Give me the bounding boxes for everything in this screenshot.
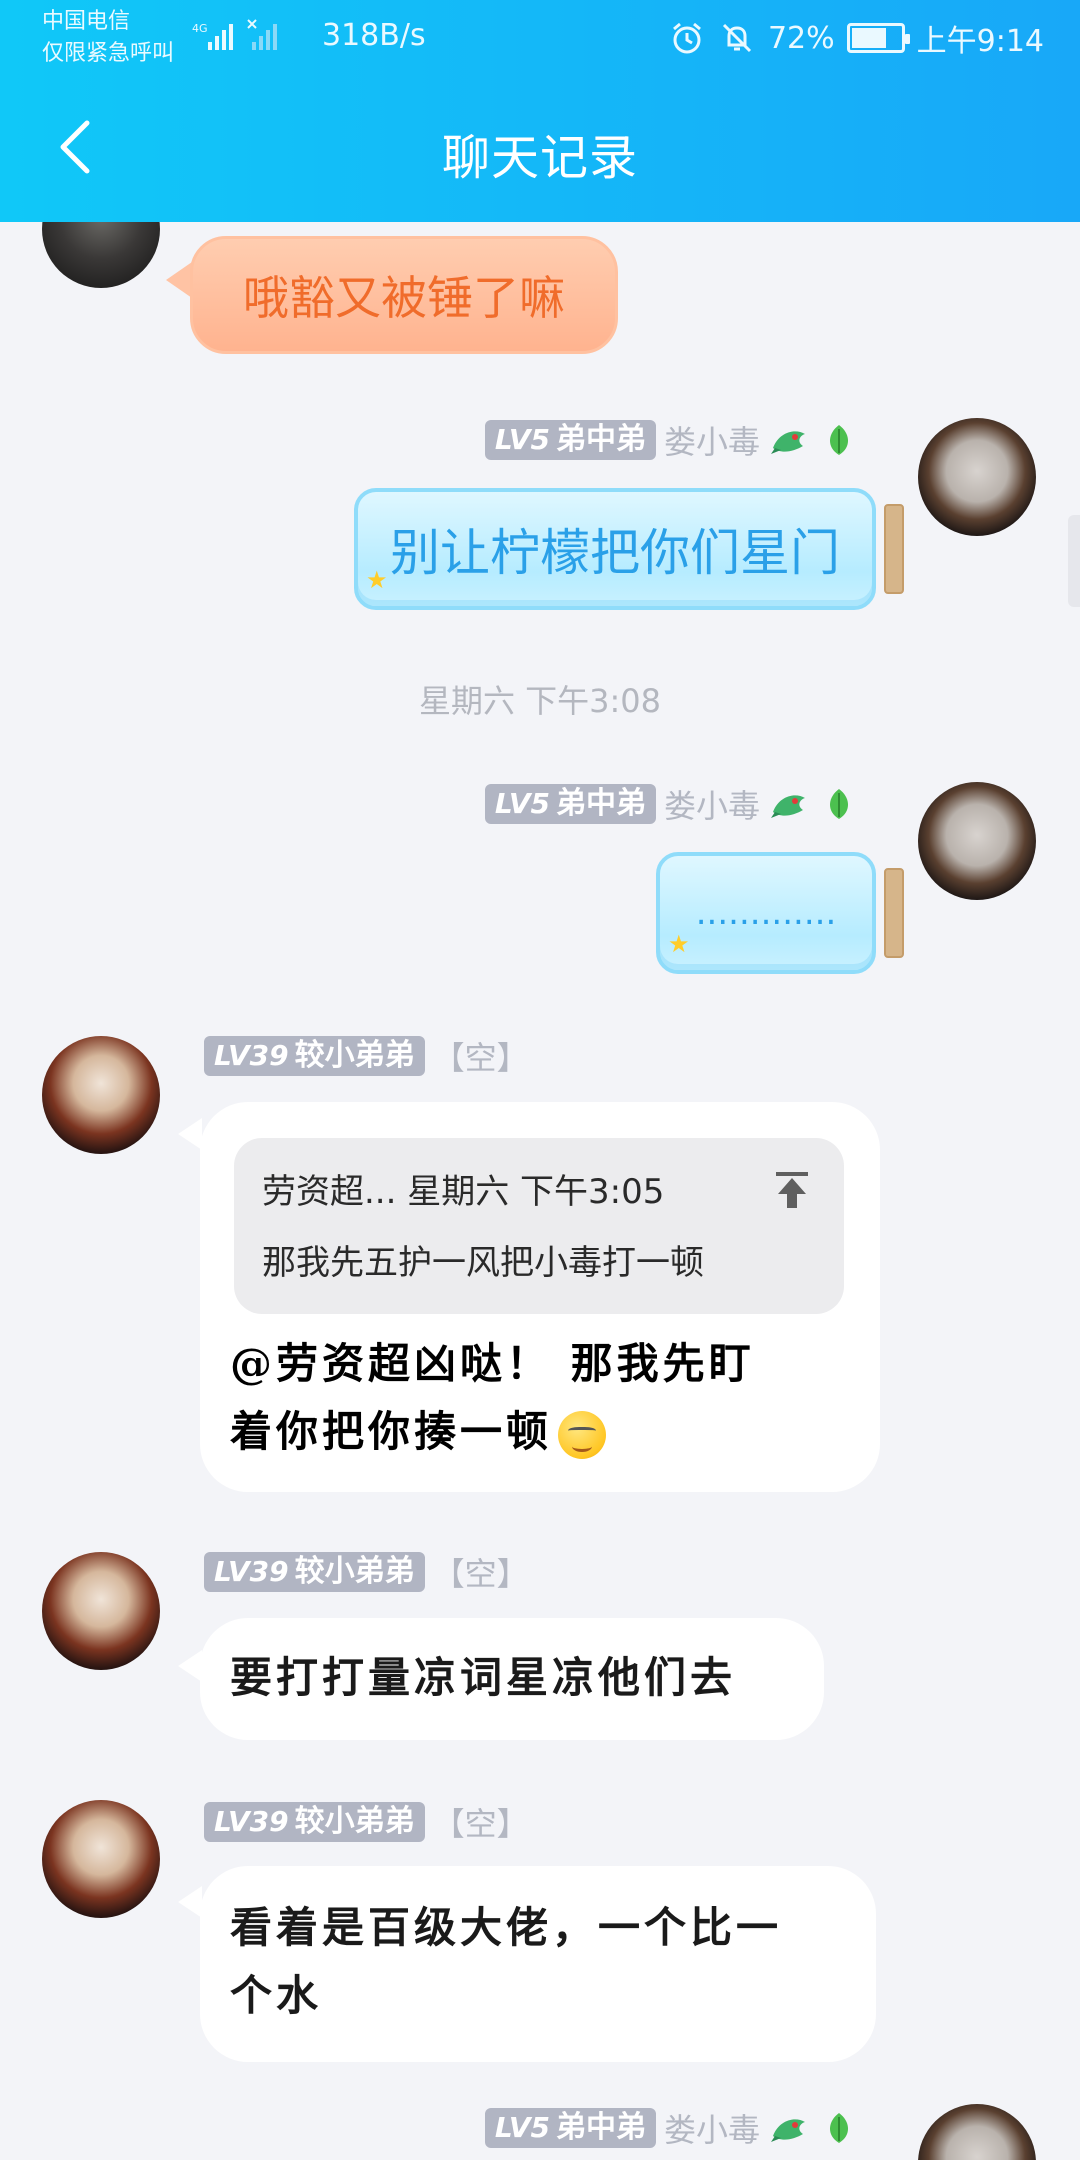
quote-body: 那我先五护一风把小毒打一顿 (262, 1243, 704, 1283)
leaf-badge-icon (818, 422, 860, 458)
battery-percent: 72% (767, 20, 835, 56)
alarm-icon (668, 19, 706, 57)
level-badge: LV39 较小弟弟 (204, 1802, 425, 1842)
app-header: 中国电信 仅限紧急呼叫 4G 318B/s 72% 上午9:14 聊天记录 (0, 0, 1080, 222)
quote-header: 劳资超... 星期六 下午3:05 (262, 1172, 665, 1212)
bubble-tail (178, 1650, 202, 1682)
level-badge: LV39 较小弟弟 (204, 1552, 425, 1592)
message-line: 个水 (230, 1971, 323, 2020)
message-line: 着你把你揍一顿 (230, 1398, 850, 1466)
avatar[interactable] (918, 782, 1036, 900)
leaf-badge-icon (818, 786, 860, 822)
message-text: @劳资超凶哒！ 那我先盯 着你把你揍一顿 (230, 1330, 850, 1466)
avatar[interactable] (918, 2104, 1036, 2160)
sender-tagline: LV5 弟中弟 娄小毒 (484, 420, 860, 461)
sender-tagline: LV39 较小弟弟 【空】 (204, 1552, 529, 1593)
page-title: 聊天记录 (441, 130, 638, 186)
signal-icon: 4G (190, 18, 290, 54)
message-text: 看着是百级大佬，一个比一 个水 (230, 1894, 860, 2030)
sender-nickname: 娄小毒 (663, 423, 760, 461)
sender-nickname: 【空】 (432, 1805, 529, 1843)
dragon-badge-icon (768, 422, 810, 458)
message-text: 哦豁又被锤了嘛 (243, 271, 565, 325)
battery-icon (846, 23, 910, 53)
sender-tagline: LV5 弟中弟 娄小毒 (484, 2108, 860, 2149)
scrollbar[interactable] (1068, 515, 1080, 607)
dragon-badge-icon (768, 786, 810, 822)
bottle-cork (884, 868, 904, 958)
chat-history[interactable]: 哦豁又被锤了嘛 LV5 弟中弟 娄小毒 别让柠檬把你们星门 ★ 星期六 下午3:… (0, 0, 1080, 2160)
star-decoration: ★ (668, 930, 690, 958)
bubble-tail (178, 1118, 202, 1150)
clock: 上午9:14 (916, 24, 1044, 59)
network-speed: 318B/s (322, 18, 426, 53)
leaf-badge-icon (818, 2110, 860, 2146)
message-bubble[interactable]: 要打打量凉词星凉他们去 (200, 1618, 824, 1740)
avatar[interactable] (918, 418, 1036, 536)
battery-fill (851, 28, 887, 48)
sender-tagline: LV39 较小弟弟 【空】 (204, 1802, 529, 1843)
mute-bell-icon (718, 19, 756, 57)
message-bubble[interactable]: 看着是百级大佬，一个比一 个水 (200, 1866, 876, 2062)
bottle-cork (884, 504, 904, 594)
bubble-tail (166, 262, 192, 298)
dragon-badge-icon (768, 2110, 810, 2146)
timestamp: 星期六 下午3:08 (418, 682, 662, 720)
carrier-info: 中国电信 仅限紧急呼叫 (42, 9, 175, 66)
sender-nickname: 娄小毒 (663, 2111, 760, 2149)
star-decoration: ★ (366, 566, 388, 594)
message-text: 别让柠檬把你们星门 (390, 524, 840, 582)
message-text: ............. (695, 893, 837, 933)
message-line: @劳资超凶哒！ 那我先盯 (230, 1339, 755, 1388)
sender-tagline: LV5 弟中弟 娄小毒 (484, 784, 860, 825)
status-bar: 中国电信 仅限紧急呼叫 4G 318B/s 72% 上午9:14 (0, 0, 1080, 76)
level-badge: LV5 弟中弟 (484, 2108, 656, 2148)
message-text: 要打打量凉词星凉他们去 (230, 1653, 737, 1702)
message-bubble[interactable]: 哦豁又被锤了嘛 (190, 236, 618, 354)
svg-text:4G: 4G (192, 22, 208, 35)
sender-nickname: 【空】 (432, 1555, 529, 1593)
sender-nickname: 【空】 (432, 1039, 529, 1077)
level-badge: LV5 弟中弟 (484, 420, 656, 460)
avatar[interactable] (42, 1036, 160, 1154)
status-icons: 72% 上午9:14 (668, 16, 1044, 60)
smile-emoji-icon (558, 1411, 607, 1459)
sender-nickname: 娄小毒 (663, 787, 760, 825)
avatar[interactable] (42, 1552, 160, 1670)
bubble-tail (178, 1886, 202, 1918)
level-badge: LV5 弟中弟 (484, 784, 656, 824)
avatar[interactable] (42, 1800, 160, 1918)
message-line: 看着是百级大佬，一个比一 (230, 1903, 783, 1952)
nav-bar: 聊天记录 (0, 96, 1080, 206)
pin-top-icon[interactable] (770, 1168, 814, 1212)
message-bubble[interactable]: 别让柠檬把你们星门 (354, 488, 876, 610)
quoted-reply[interactable]: 劳资超... 星期六 下午3:05 那我先五护一风把小毒打一顿 (234, 1138, 844, 1314)
level-badge: LV39 较小弟弟 (204, 1036, 425, 1076)
sender-tagline: LV39 较小弟弟 【空】 (204, 1036, 529, 1077)
